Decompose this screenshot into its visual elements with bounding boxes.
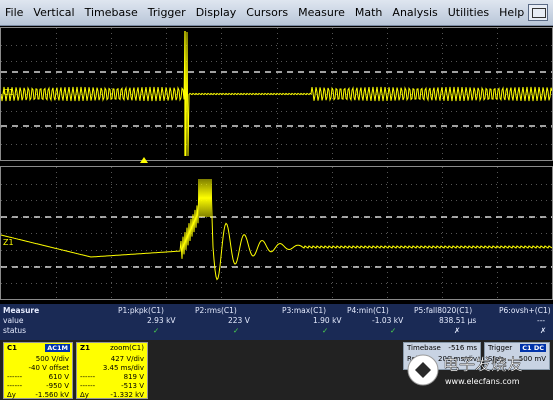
status-cross-icon-p6: ✗: [540, 326, 547, 335]
c1-row-label: Δy: [7, 391, 16, 399]
c1-channel-marker[interactable]: C1: [3, 88, 14, 97]
menu-math[interactable]: Math: [350, 0, 388, 26]
menu-utilities[interactable]: Utilities: [443, 0, 494, 26]
status-check-icon-p3: ✓: [322, 326, 329, 335]
c1-row: ------ 610 V: [7, 373, 69, 381]
c1-row: Δy -1.560 kV: [7, 391, 69, 399]
param-name-p3[interactable]: P3:max(C1): [282, 306, 326, 315]
z1-descriptor-box[interactable]: Z1 zoom(C1) 427 V/div 3.45 ms/div ------…: [76, 342, 148, 399]
param-value-p4: -1.03 kV: [372, 316, 404, 325]
param-value-p2: 223 V: [228, 316, 250, 325]
menu-display[interactable]: Display: [191, 0, 242, 26]
c1-trace: [1, 28, 552, 160]
waveform-grid-z1[interactable]: Z1: [0, 166, 553, 300]
param-value-p5: 838.51 μs: [439, 316, 477, 325]
status-check-icon-p4: ✓: [390, 326, 397, 335]
c1-coupling-badge: AC1M: [45, 344, 70, 352]
param-value-p1: 2.93 kV: [147, 316, 176, 325]
param-value-p3: 1.90 kV: [313, 316, 342, 325]
c1-row-label: ------: [7, 373, 23, 381]
elecfans-watermark: 电子发烧友 www.elecfans.com: [405, 348, 545, 392]
waveform-grid-c1[interactable]: C1: [0, 27, 553, 161]
z1-descriptor-header: Z1 zoom(C1): [77, 343, 147, 353]
z1-tdiv: 3.45 ms/div: [102, 364, 144, 372]
trigger-position-marker[interactable]: [140, 157, 148, 163]
window-icon[interactable]: [528, 4, 548, 21]
z1-row-label: ------: [80, 382, 96, 390]
measure-status-row: status ✓ ✓ ✓ ✓ ✗ ✗: [0, 326, 553, 335]
menu-measure[interactable]: Measure: [293, 0, 350, 26]
z1-row: 3.45 ms/div: [80, 364, 144, 372]
measure-row-label-status: status: [3, 326, 27, 335]
z1-row: 427 V/div: [80, 355, 144, 363]
menu-help[interactable]: Help: [494, 0, 529, 26]
param-name-p1[interactable]: P1:pkpk(C1): [118, 306, 164, 315]
status-check-icon-p2: ✓: [233, 326, 240, 335]
c1-descriptor-header: C1 AC1M: [4, 343, 72, 353]
z1-descriptor-name: Z1: [80, 344, 90, 352]
c1-offset: -40 V offset: [28, 364, 69, 372]
menu-timebase[interactable]: Timebase: [80, 0, 143, 26]
c1-vdiv: 500 V/div: [35, 355, 69, 363]
param-name-p4[interactable]: P4:min(C1): [347, 306, 389, 315]
param-name-p6[interactable]: P6:ovsh+(C1): [499, 306, 551, 315]
param-name-p5[interactable]: P5:fall8020(C1): [414, 306, 472, 315]
measure-title[interactable]: Measure: [3, 306, 39, 315]
z1-cursor2: -513 V: [121, 382, 144, 390]
c1-row: ------ -950 V: [7, 382, 69, 390]
menu-trigger[interactable]: Trigger: [143, 0, 191, 26]
measure-value-row: value 2.93 kV 223 V 1.90 kV -1.03 kV 838…: [0, 316, 553, 325]
c1-descriptor-name: C1: [7, 344, 18, 352]
z1-cursor1: 819 V: [123, 373, 144, 381]
measure-panel: Measure P1:pkpk(C1) P2:rms(C1) P3:max(C1…: [0, 304, 553, 340]
menu-cursors[interactable]: Cursors: [241, 0, 293, 26]
c1-cursor2: -950 V: [46, 382, 69, 390]
menu-vertical[interactable]: Vertical: [28, 0, 79, 26]
menu-file[interactable]: File: [0, 0, 28, 26]
menu-analysis[interactable]: Analysis: [387, 0, 442, 26]
measure-row-label-value: value: [3, 316, 24, 325]
c1-descriptor-box[interactable]: C1 AC1M 500 V/div -40 V offset ------ 610…: [3, 342, 73, 399]
watermark-text: 电子发烧友: [443, 355, 523, 374]
z1-row: ------ -513 V: [80, 382, 144, 390]
z1-channel-marker[interactable]: Z1: [3, 238, 14, 247]
param-name-p2[interactable]: P2:rms(C1): [195, 306, 237, 315]
status-check-icon-p1: ✓: [153, 326, 160, 335]
z1-row: Δy -1.332 kV: [80, 391, 144, 399]
z1-row-label: ------: [80, 373, 96, 381]
elecfans-logo-icon: 电子发烧友 www.elecfans.com: [407, 354, 523, 386]
status-cross-icon-p5: ✗: [454, 326, 461, 335]
watermark-url: www.elecfans.com: [445, 377, 520, 386]
c1-row: -40 V offset: [7, 364, 69, 372]
z1-trace: [1, 167, 552, 299]
z1-row: ------ 819 V: [80, 373, 144, 381]
menu-bar: File Vertical Timebase Trigger Display C…: [0, 0, 553, 26]
c1-row-label: ------: [7, 382, 23, 390]
measure-header-row: Measure P1:pkpk(C1) P2:rms(C1) P3:max(C1…: [0, 306, 553, 315]
z1-mode: zoom(C1): [110, 344, 144, 352]
z1-row-label: Δy: [80, 391, 89, 399]
z1-vdiv: 427 V/div: [110, 355, 144, 363]
z1-delta-y: -1.332 kV: [110, 391, 144, 399]
c1-delta-y: -1.560 kV: [35, 391, 69, 399]
param-value-p6: ---: [537, 316, 546, 325]
c1-cursor1: 610 V: [48, 373, 69, 381]
c1-row: 500 V/div: [7, 355, 69, 363]
